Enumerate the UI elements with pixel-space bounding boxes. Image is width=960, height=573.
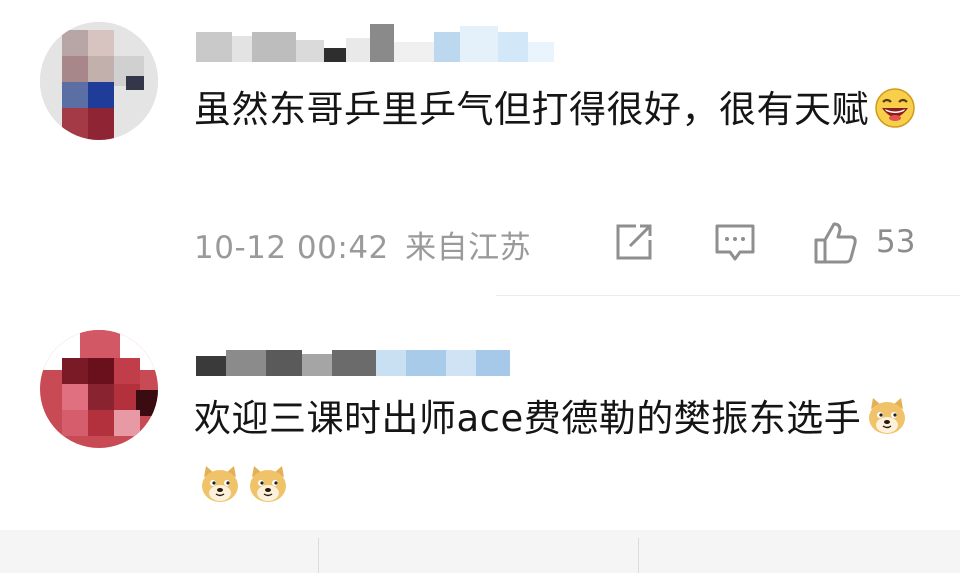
doge-icon: [865, 394, 909, 456]
comment-text: 欢迎三课时出师ace费德勒的樊振东选手: [194, 388, 934, 524]
bottom-bar-separator: [318, 538, 319, 573]
doge-icon: [246, 462, 290, 524]
bottom-bar-separator: [638, 538, 639, 573]
bottom-action-bar: [0, 530, 960, 573]
avatar[interactable]: [40, 330, 158, 448]
doge-icon: [198, 462, 242, 524]
comment-item: 欢迎三课时出师ace费德勒的樊振东选手: [0, 0, 960, 530]
username-obscured[interactable]: [196, 338, 510, 378]
